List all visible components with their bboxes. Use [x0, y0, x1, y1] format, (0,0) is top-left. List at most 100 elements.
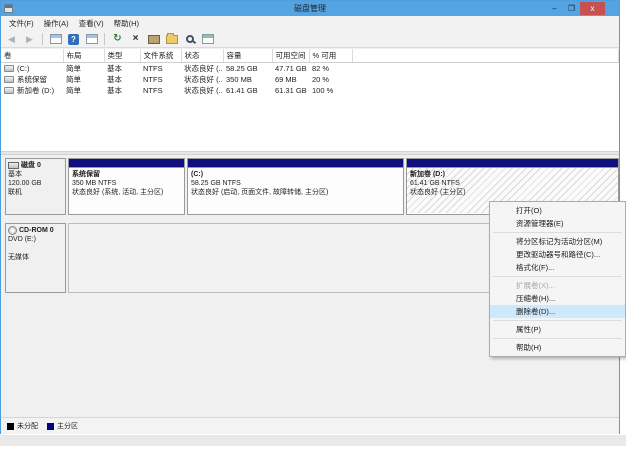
cell-free: 69 MB	[272, 74, 309, 85]
close-button[interactable]: x	[580, 2, 605, 15]
console-window-glyph	[50, 34, 62, 44]
disk-icon	[8, 162, 19, 169]
menu-file[interactable]: 文件(F)	[4, 16, 39, 31]
menu-separator	[493, 320, 622, 321]
primary-partition-color-swatch	[47, 423, 54, 430]
cell-type: 基本	[104, 74, 140, 85]
col-filler	[352, 49, 619, 62]
back-icon[interactable]: ◀	[4, 32, 19, 46]
col-filesystem[interactable]: 文件系统	[140, 49, 181, 62]
cdrom-icon	[8, 226, 17, 235]
volume-icon	[4, 65, 14, 72]
menu-item-shrink-volume[interactable]: 压缩卷(H)...	[490, 292, 625, 305]
table-row-volume-c[interactable]: (C:) 简单 基本 NTFS 状态良好 (... 58.25 GB 47.71…	[1, 62, 619, 74]
partition-c[interactable]: (C:) 58.25 GB NTFS 状态良好 (启动, 页面文件, 故障转储,…	[187, 158, 404, 215]
col-free-space[interactable]: 可用空间	[272, 49, 309, 62]
partition-size: 61.41 GB NTFS	[410, 179, 615, 188]
table-row-volume-d[interactable]: 新加卷 (D:) 简单 基本 NTFS 状态良好 (... 61.41 GB 6…	[1, 85, 619, 96]
cell-fs: NTFS	[140, 85, 181, 96]
menu-item-mark-active[interactable]: 将分区标记为活动分区(M)	[490, 235, 625, 248]
partition-system-reserved[interactable]: 系统保留 350 MB NTFS 状态良好 (系统, 活动, 主分区)	[68, 158, 185, 215]
cell-type: 基本	[104, 85, 140, 96]
menu-item-explorer[interactable]: 资源管理器(E)	[490, 217, 625, 230]
volume-name: 系统保留	[17, 74, 47, 85]
cell-capacity: 58.25 GB	[223, 62, 272, 74]
table-row-volume-system-reserved[interactable]: 系统保留 简单 基本 NTFS 状态良好 (... 350 MB 69 MB 2…	[1, 74, 619, 85]
menu-help[interactable]: 帮助(H)	[109, 16, 144, 31]
back-arrow-glyph: ◀	[8, 35, 15, 44]
legend-bar: 未分配 主分区	[1, 417, 619, 434]
minimize-button[interactable]: –	[546, 2, 563, 15]
folder-glyph	[166, 35, 178, 44]
primary-partition-bar	[407, 159, 618, 168]
menu-action[interactable]: 操作(A)	[39, 16, 74, 31]
menu-separator	[493, 232, 622, 233]
legend-primary-label: 主分区	[57, 421, 78, 431]
title-bar: 磁盘管理 – ❐ x	[1, 1, 619, 16]
delete-x-glyph: ×	[133, 34, 139, 44]
desktop-background-strip	[0, 435, 626, 446]
menu-item-open[interactable]: 打开(O)	[490, 204, 625, 217]
cell-pct: 20 %	[309, 74, 352, 85]
cell-status: 状态良好 (...	[181, 62, 223, 74]
volume-name: 新加卷 (D:)	[17, 85, 54, 96]
menu-item-delete-volume[interactable]: 删除卷(D)...	[490, 305, 625, 318]
show-console-tree-icon[interactable]	[48, 32, 63, 46]
menu-item-change-drive-letter[interactable]: 更改驱动器号和路径(C)...	[490, 248, 625, 261]
properties-icon[interactable]	[146, 32, 161, 46]
cell-status: 状态良好 (...	[181, 74, 223, 85]
volume-icon	[4, 76, 14, 83]
refresh-icon[interactable]: ↻	[110, 32, 125, 46]
menu-item-extend-volume: 扩展卷(X)...	[490, 279, 625, 292]
cell-pct: 100 %	[309, 85, 352, 96]
primary-partition-bar	[69, 159, 184, 168]
volume-table: 卷 布局 类型 文件系统 状态 容量 可用空间 % 可用 (C:) 简单 基本 …	[1, 49, 619, 96]
menu-separator	[493, 276, 622, 277]
menu-item-properties[interactable]: 属性(P)	[490, 323, 625, 336]
open-folder-icon[interactable]	[164, 32, 179, 46]
col-pct-free[interactable]: % 可用	[309, 49, 352, 62]
help-topics-icon[interactable]	[200, 32, 215, 46]
primary-partition-bar	[188, 159, 403, 168]
volume-icon	[4, 87, 14, 94]
menu-separator	[493, 338, 622, 339]
partition-title: 系统保留	[72, 170, 181, 179]
forward-icon[interactable]: ▶	[22, 32, 37, 46]
partition-title: 新加卷 (D:)	[410, 170, 615, 179]
menu-item-help[interactable]: 帮助(H)	[490, 341, 625, 354]
delete-icon[interactable]: ×	[128, 32, 143, 46]
menu-item-format[interactable]: 格式化(F)...	[490, 261, 625, 274]
legend-primary-partition: 主分区	[47, 421, 78, 431]
volume-list-pane: 卷 布局 类型 文件系统 状态 容量 可用空间 % 可用 (C:) 简单 基本 …	[1, 49, 619, 151]
col-status[interactable]: 状态	[181, 49, 223, 62]
menu-view[interactable]: 查看(V)	[74, 16, 109, 31]
partition-title: (C:)	[191, 170, 400, 179]
partition-size: 58.25 GB NTFS	[191, 179, 400, 188]
help-window-glyph	[202, 34, 214, 44]
disk0-name: 磁盘 0	[21, 161, 41, 170]
legend-unallocated: 未分配	[7, 421, 38, 431]
toolbar: ◀ ▶ ? ↻ ×	[1, 31, 619, 48]
disk0-label-box[interactable]: 磁盘 0 基本 120.00 GB 联机	[5, 158, 66, 215]
cdrom-name: CD-ROM 0	[19, 226, 54, 235]
window-controls: – ❐ x	[546, 1, 605, 16]
cell-type: 基本	[104, 62, 140, 74]
cell-fs: NTFS	[140, 62, 181, 74]
cell-pct: 82 %	[309, 62, 352, 74]
action-pane-window-glyph	[86, 34, 98, 44]
col-volume[interactable]: 卷	[1, 49, 63, 62]
window-title: 磁盘管理	[1, 3, 619, 14]
refresh-glyph: ↻	[113, 34, 121, 44]
help-icon[interactable]: ?	[66, 32, 81, 46]
col-type[interactable]: 类型	[104, 49, 140, 62]
find-icon[interactable]	[182, 32, 197, 46]
col-layout[interactable]: 布局	[63, 49, 104, 62]
cell-layout: 简单	[63, 74, 104, 85]
cdrom-label-box[interactable]: CD-ROM 0 DVD (E:) 无媒体	[5, 223, 66, 293]
show-action-pane-icon[interactable]	[84, 32, 99, 46]
cdrom-drive: DVD (E:)	[8, 235, 63, 244]
maximize-button[interactable]: ❐	[563, 2, 580, 15]
volume-table-header: 卷 布局 类型 文件系统 状态 容量 可用空间 % 可用	[1, 49, 619, 62]
col-capacity[interactable]: 容量	[223, 49, 272, 62]
unallocated-color-swatch	[7, 423, 14, 430]
